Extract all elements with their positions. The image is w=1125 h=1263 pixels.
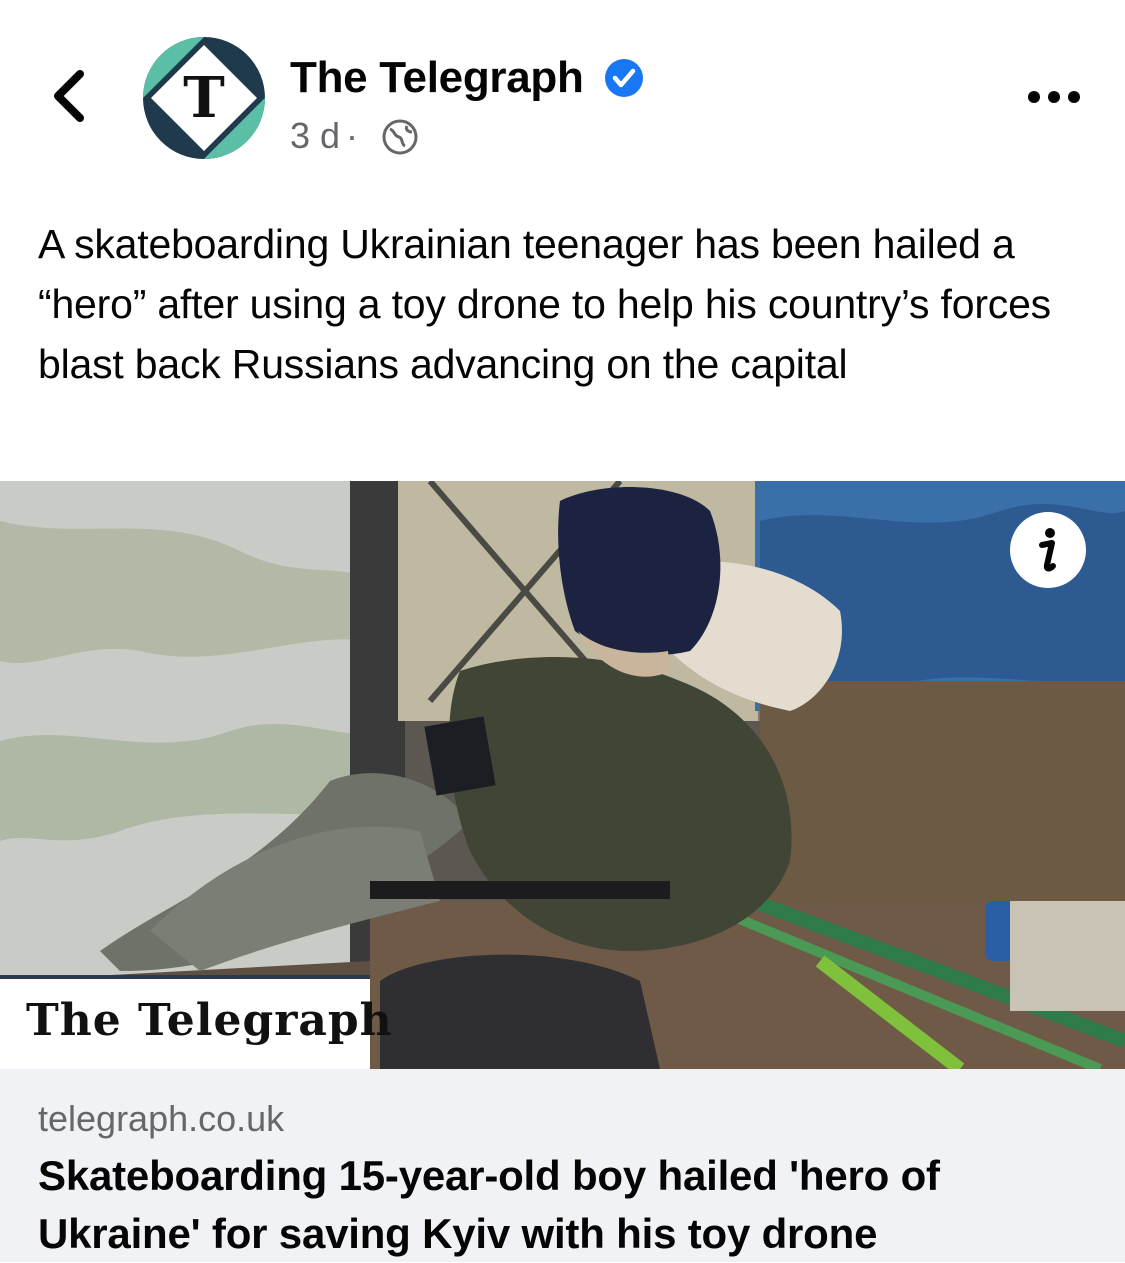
chevron-left-icon[interactable]	[40, 60, 100, 132]
svg-text:T: T	[183, 65, 225, 131]
more-horizontal-icon[interactable]	[1024, 80, 1084, 114]
image-watermark: The Telegraph	[0, 975, 392, 1073]
post-time[interactable]: 3 d	[290, 115, 340, 156]
watermark-text: The Telegraph	[26, 995, 393, 1046]
globe-icon	[382, 119, 418, 155]
info-icon[interactable]	[1009, 511, 1087, 589]
link-domain[interactable]: telegraph.co.uk	[38, 1097, 284, 1141]
verified-badge-icon	[605, 59, 643, 97]
post-header: T The Telegraph 3 d ·	[0, 0, 1125, 190]
page-avatar[interactable]: T	[143, 37, 265, 159]
meta-separator: ·	[346, 115, 359, 156]
post-caption: A skateboarding Ukrainian teenager has b…	[38, 221, 1051, 387]
post-meta: 3 d ·	[290, 114, 364, 158]
page-name[interactable]: The Telegraph	[290, 52, 584, 104]
link-headline[interactable]: Skateboarding 15-year-old boy hailed 'he…	[38, 1147, 1098, 1263]
